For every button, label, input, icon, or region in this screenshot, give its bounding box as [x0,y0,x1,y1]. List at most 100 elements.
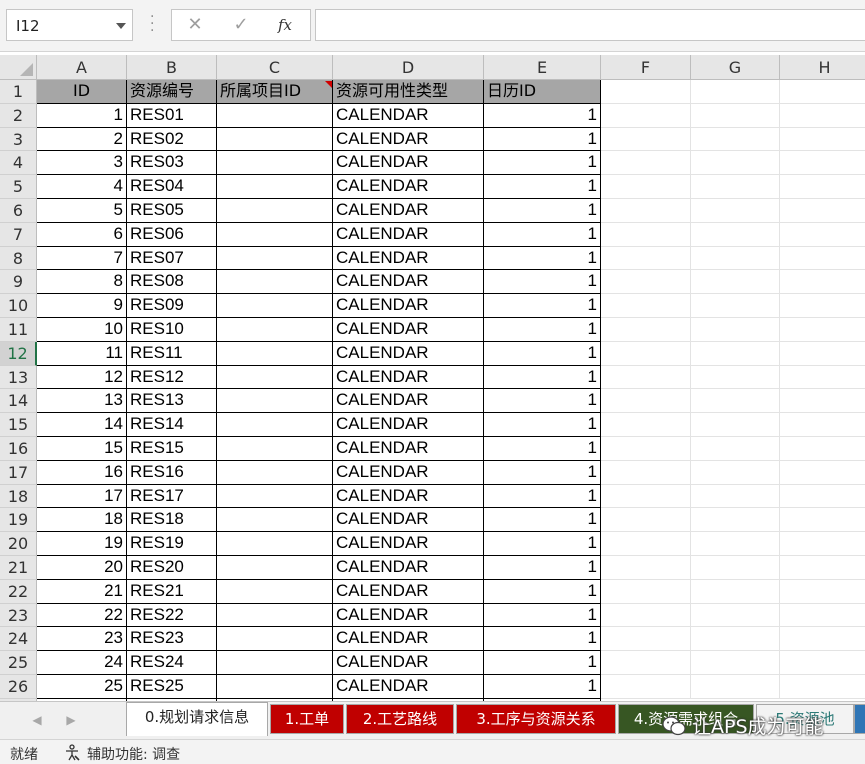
row-header-8[interactable]: 8 [0,246,37,271]
cell-c18[interactable] [217,484,333,509]
formula-input[interactable] [315,9,865,41]
cell-c5[interactable] [217,175,333,199]
header-cell-a[interactable]: ID [37,80,127,104]
cell-a23[interactable]: 22 [37,603,127,628]
cell-g15[interactable] [691,413,780,437]
cell-g10[interactable] [691,294,780,318]
cell-g21[interactable] [691,556,780,580]
cell-h1[interactable] [780,80,865,104]
cell-b5[interactable]: RES04 [127,175,217,199]
row-header-25[interactable]: 25 [0,651,37,675]
cell-e19[interactable]: 1 [484,508,601,533]
cell-h22[interactable] [780,580,865,604]
row-header-4[interactable]: 4 [0,151,37,176]
cell-f14[interactable] [601,389,691,414]
cell-f19[interactable] [601,508,691,533]
worksheet-grid[interactable]: A B C D E F G H 1 ID 资源编号 所属项目ID 资源可用性类型 日历ID 2 1 RES01 C… [0,55,865,701]
cell-f10[interactable] [601,294,691,318]
cell-d26[interactable]: CALENDAR [333,675,484,699]
cell-h5[interactable] [780,175,865,199]
cell-a16[interactable]: 15 [37,437,127,461]
cell-d3[interactable]: CALENDAR [333,127,484,152]
cell-g2[interactable] [691,103,780,128]
row-header-12[interactable]: 12 [0,341,37,366]
cell-f15[interactable] [601,413,691,437]
row-header-23[interactable]: 23 [0,603,37,628]
cell-a24[interactable]: 23 [37,627,127,652]
cell-c12[interactable] [217,341,333,366]
cell-g3[interactable] [691,127,780,152]
row-header-5[interactable]: 5 [0,175,37,199]
cell-h14[interactable] [780,389,865,414]
row-header-2[interactable]: 2 [0,103,37,128]
column-header-c[interactable]: C [217,55,333,80]
cell-d9[interactable]: CALENDAR [333,270,484,295]
cell-b19[interactable]: RES18 [127,508,217,533]
sheet-tab-2[interactable]: 2.工艺路线 [346,704,454,734]
cell-f9[interactable] [601,270,691,295]
cell-e7[interactable]: 1 [484,222,601,247]
sheet-tab-6[interactable] [854,704,865,734]
cell-f25[interactable] [601,651,691,675]
cell-c13[interactable] [217,365,333,390]
cell-e8[interactable]: 1 [484,246,601,271]
column-header-b[interactable]: B [127,55,217,80]
name-box[interactable]: I12 [6,9,133,41]
cell-h15[interactable] [780,413,865,437]
cell-e18[interactable]: 1 [484,484,601,509]
header-cell-b[interactable]: 资源编号 [127,80,217,104]
cell-c20[interactable] [217,532,333,556]
cell-e14[interactable]: 1 [484,389,601,414]
cell-c8[interactable] [217,246,333,271]
column-header-h[interactable]: H [780,55,865,80]
cell-d17[interactable]: CALENDAR [333,460,484,485]
cell-f24[interactable] [601,627,691,652]
cell-b23[interactable]: RES22 [127,603,217,628]
cell-b25[interactable]: RES24 [127,651,217,675]
cell-f26[interactable] [601,675,691,699]
cell-h18[interactable] [780,485,865,509]
cell-a5[interactable]: 4 [37,175,127,199]
cell-h11[interactable] [780,318,865,342]
column-header-f[interactable]: F [601,55,691,80]
cell-c7[interactable] [217,222,333,247]
cell-d12[interactable]: CALENDAR [333,341,484,366]
cell-f11[interactable] [601,318,691,342]
cell-g18[interactable] [691,484,780,509]
cell-d11[interactable]: CALENDAR [333,318,484,342]
cell-d4[interactable]: CALENDAR [333,151,484,176]
cell-d15[interactable]: CALENDAR [333,413,484,437]
row-header-1[interactable]: 1 [0,80,37,104]
cell-f21[interactable] [601,556,691,580]
cell-e9[interactable]: 1 [484,270,601,295]
cell-d21[interactable]: CALENDAR [333,556,484,580]
cell-f20[interactable] [601,532,691,556]
cell-h24[interactable] [780,627,865,652]
row-header-16[interactable]: 16 [0,437,37,461]
cell-f16[interactable] [601,437,691,461]
cell-g12[interactable] [691,341,780,366]
cell-b22[interactable]: RES21 [127,579,217,604]
cell-g24[interactable] [691,627,780,652]
cell-f1[interactable] [601,80,691,104]
cell-a19[interactable]: 18 [37,508,127,533]
cell-b10[interactable]: RES09 [127,294,217,318]
cell-h6[interactable] [780,199,865,223]
row-header-22[interactable]: 22 [0,579,37,604]
cell-h7[interactable] [780,223,865,247]
cell-b16[interactable]: RES15 [127,437,217,461]
cell-e20[interactable]: 1 [484,532,601,556]
cell-e4[interactable]: 1 [484,151,601,176]
cell-b24[interactable]: RES23 [127,627,217,652]
cell-b4[interactable]: RES03 [127,151,217,176]
cell-g16[interactable] [691,437,780,461]
cell-a26[interactable]: 25 [37,675,127,699]
cell-b12[interactable]: RES11 [127,341,217,366]
cell-h23[interactable] [780,604,865,628]
cell-c3[interactable] [217,127,333,152]
cell-h12[interactable] [780,342,865,366]
sheet-tab-1[interactable]: 1.工单 [270,704,344,734]
cell-c6[interactable] [217,199,333,223]
cell-h21[interactable] [780,556,865,580]
cell-e26[interactable]: 1 [484,675,601,699]
